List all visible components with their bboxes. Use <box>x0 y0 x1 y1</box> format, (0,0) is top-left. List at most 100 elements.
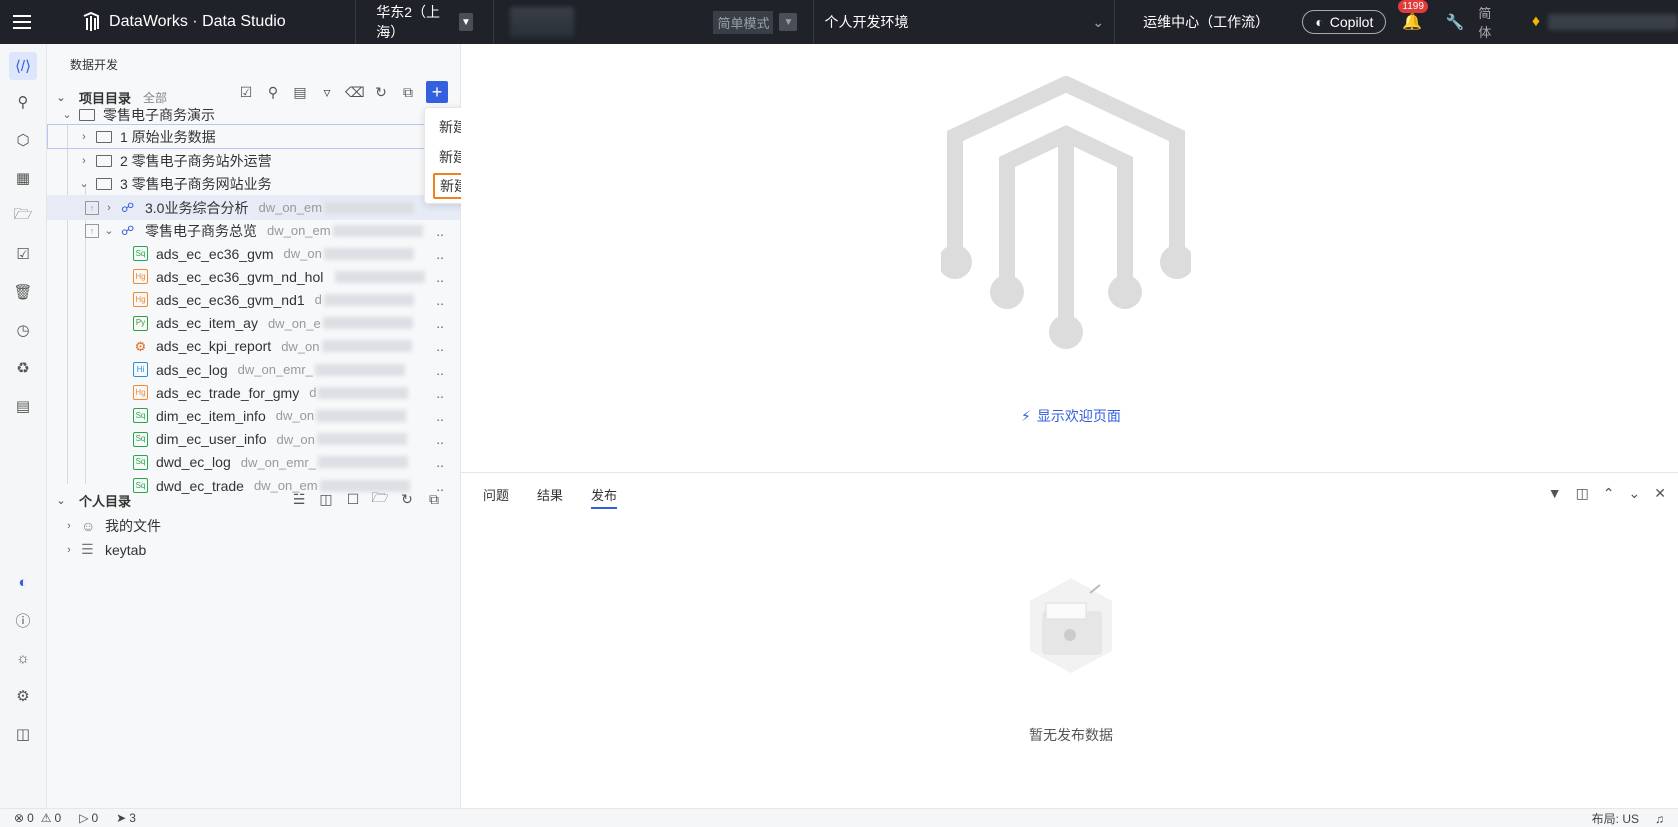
workflow-label: 零售电子商务总览 <box>145 222 257 239</box>
ellipsis: .. <box>436 222 444 239</box>
tree-file[interactable]: Py ads_ec_item_ay dw_on_e.. <box>47 311 460 336</box>
copilot-icon[interactable]: ◐ <box>11 570 35 594</box>
save-icon[interactable]: ◫ <box>317 491 335 508</box>
workflow-icon: ☍ <box>121 222 135 238</box>
file-type-sq-icon: Sq <box>133 246 148 261</box>
settings-icon[interactable]: ⚙ <box>11 684 35 708</box>
datasource-label: d <box>314 292 322 308</box>
personal-item[interactable]: › ☺ 我的文件 <box>47 513 460 538</box>
environment-selector[interactable]: 个人开发环境 ⌄ <box>813 0 1116 44</box>
split-icon[interactable]: ◫ <box>1576 485 1589 502</box>
username-blurred <box>1548 14 1678 30</box>
tree-file[interactable]: Hg ads_ec_ec36_gvm_nd1 d.. <box>47 287 460 312</box>
tree-file[interactable]: Hg ads_ec_trade_for_gmy d.. <box>47 380 460 405</box>
copilot-button[interactable]: ◐ Copilot <box>1302 10 1387 34</box>
mode-selector[interactable]: 简单模式 ▼ <box>713 10 798 34</box>
blurred-text <box>314 363 405 376</box>
search-icon[interactable]: ⚲ <box>264 84 282 101</box>
blurred-text <box>323 247 414 260</box>
file-type-hg-icon: Hg <box>133 269 148 285</box>
ellipsis: .. <box>436 454 444 471</box>
status-deploys[interactable]: ➤ 3 <box>116 811 136 825</box>
code-icon[interactable]: ⟨/⟩ <box>9 52 37 80</box>
chevron-down-icon[interactable]: ⌄ <box>1629 485 1641 502</box>
file-name: ads_ec_item_ay <box>156 315 258 332</box>
bottom-panel: 问题 结果 发布 ▼ ◫ ⌃ ⌄ ✕ 暂无发布数据 <box>461 472 1678 808</box>
language-switch[interactable]: 简体 <box>1478 3 1503 41</box>
file-type-py-icon: Py <box>133 315 148 331</box>
menu-icon[interactable] <box>0 0 43 44</box>
table-icon[interactable]: ▦ <box>11 166 35 190</box>
trash-icon[interactable]: 🗑 <box>11 280 35 304</box>
tree-folder[interactable]: › 2 零售电子商务站外运营 <box>47 148 460 173</box>
new-file-icon[interactable]: ☱ <box>290 491 308 508</box>
tree-file[interactable]: Sq dim_ec_item_info dw_on.. <box>47 403 460 428</box>
ai-icon[interactable]: ⚲ <box>11 90 35 114</box>
close-icon[interactable]: ✕ <box>1654 485 1666 502</box>
ellipsis: .. <box>436 407 444 424</box>
tree-workflow[interactable]: ↑ › ☍ 3.0业务综合分析 dw_on_em <box>47 195 460 220</box>
stamp-icon[interactable]: ♻ <box>11 356 35 380</box>
help-icon[interactable]: ⓘ <box>11 608 35 632</box>
filter-icon[interactable]: ▿ <box>318 84 336 101</box>
file-name: dwd_ec_log <box>156 454 231 471</box>
tree-file[interactable]: Sq dwd_ec_log dw_on_emr_.. <box>47 450 460 475</box>
personal-dir-header[interactable]: ⌄ 个人目录 <box>55 491 131 510</box>
tree-folder[interactable]: ⌄ 3 零售电子商务网站业务 <box>47 171 460 196</box>
chevron-down-icon: ⌄ <box>56 495 66 507</box>
message-icon[interactable]: ▤ <box>11 394 35 418</box>
box-icon[interactable]: ⬡ <box>11 128 35 152</box>
filter-list-icon[interactable]: ▤ <box>291 84 309 101</box>
collapse-all-icon[interactable]: ⧉ <box>425 491 443 508</box>
status-errors[interactable]: ⊗ 0 ⚠ 0 <box>14 811 61 825</box>
collapse-all-icon[interactable]: ⧉ <box>399 84 417 101</box>
project-toolbar: ☑ ⚲ ▤ ▿ ⌫ ↻ ⧉ + <box>237 81 448 103</box>
tree-file[interactable]: Sq dim_ec_user_info dw_on.. <box>47 427 460 452</box>
show-welcome-link[interactable]: ⚡ 显示欢迎页面 <box>1021 406 1121 426</box>
tree-workflow[interactable]: ↑ ⌄ ☍ 零售电子商务总览 dw_on_em .. <box>47 218 460 243</box>
file-type-sq-icon: Sq <box>133 454 148 470</box>
tree-folder[interactable]: › 1 原始业务数据 <box>47 124 460 149</box>
tree-file[interactable]: Hg ads_ec_ec36_gvm_nd_hol.. <box>47 264 460 289</box>
user-menu[interactable]: ♦ <box>1532 13 1678 31</box>
ops-center-link[interactable]: 运维中心（工作流） <box>1115 12 1292 32</box>
notification-bell[interactable]: 1199 🔔 <box>1398 0 1431 32</box>
tab-problems[interactable]: 问题 <box>483 485 509 509</box>
tree-folder-label: 2 零售电子商务站外运营 <box>120 152 272 169</box>
batch-icon[interactable]: ☑ <box>237 84 255 101</box>
top-bar: DataWorks · Data Studio 华东2（上海） ▼ 简单模式 ▼… <box>0 0 1678 44</box>
add-file-icon[interactable]: ☐ <box>344 491 362 508</box>
region-selector[interactable]: 华东2（上海） ▼ <box>356 0 495 44</box>
sidebar: 数据开发 ⌄ 项目目录 全部 ☑ ⚲ ▤ ▿ ⌫ ↻ ⧉ + ⌄ 零售电子商务演… <box>47 44 461 808</box>
tree-file[interactable]: ⚙ ads_ec_kpi_report dw_on.. <box>47 334 460 359</box>
filter-icon[interactable]: ▼ <box>1548 485 1562 502</box>
datasource-label: dw_on <box>276 431 315 447</box>
folder-icon <box>96 177 112 190</box>
folder-icon[interactable]: 🗁 <box>11 204 35 228</box>
personal-item[interactable]: › ☰ keytab <box>47 537 460 562</box>
chevron-up-icon[interactable]: ⌃ <box>1603 485 1615 502</box>
check-icon[interactable]: ☑ <box>11 242 35 266</box>
bell-icon[interactable]: ♫ <box>1655 812 1664 826</box>
clock-icon[interactable]: ◷ <box>11 318 35 342</box>
wrench-icon[interactable]: 🔧 <box>1446 13 1465 31</box>
tab-publish[interactable]: 发布 <box>591 485 618 509</box>
refresh-icon[interactable]: ↻ <box>398 491 416 508</box>
keyboard-layout[interactable]: 布局: US <box>1592 810 1639 827</box>
tab-results[interactable]: 结果 <box>537 485 563 509</box>
blurred-text <box>322 317 413 330</box>
add-button[interactable]: + <box>426 81 448 103</box>
refresh-icon[interactable]: ↻ <box>372 84 390 101</box>
tree-file[interactable]: Sq ads_ec_ec36_gvm dw_on.. <box>47 241 460 266</box>
datasource-label: d <box>309 385 317 401</box>
editor-area: ⚡ 显示欢迎页面 <box>461 44 1678 472</box>
tree-file[interactable]: Hi ads_ec_log dw_on_emr_.. <box>47 357 460 382</box>
status-runs[interactable]: ▷ 0 <box>79 811 98 825</box>
collapse-icon[interactable]: ◫ <box>11 722 35 746</box>
bell-icon: 🔔 <box>1402 14 1423 31</box>
add-folder-icon[interactable]: 🗁 <box>371 487 389 511</box>
workspace-selector[interactable]: 简单模式 ▼ <box>494 0 813 44</box>
deploy-count: 3 <box>129 811 136 825</box>
theme-icon[interactable]: ☼ <box>11 646 35 670</box>
eraser-icon[interactable]: ⌫ <box>345 84 365 101</box>
